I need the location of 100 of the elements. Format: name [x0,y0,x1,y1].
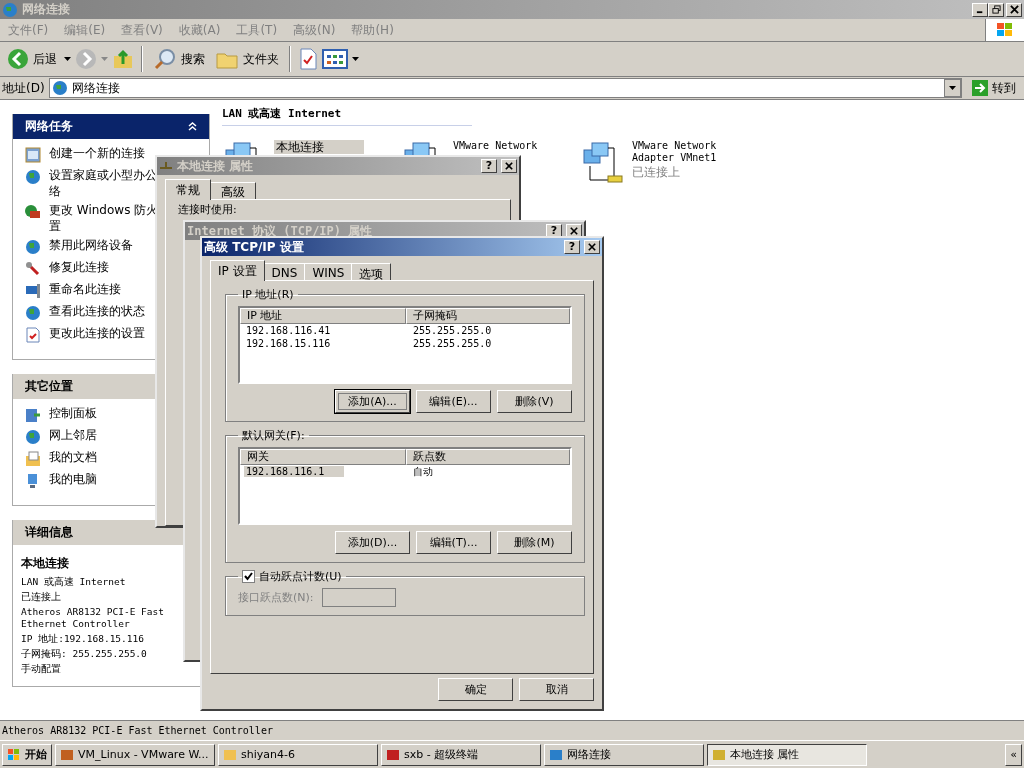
app-icon [386,747,400,762]
caret-icon [949,86,956,90]
app-icon [549,747,563,762]
wrench-icon [25,261,41,277]
folder-icon [25,451,41,467]
place-link[interactable]: 控制面板 [49,407,97,420]
taskbar-button[interactable]: sxb - 超级终端 [381,743,541,766]
globe-icon [51,80,68,96]
checklist-icon[interactable] [298,48,318,70]
app-icon [60,747,74,762]
tab[interactable]: IP 设置 [210,260,265,281]
restore-icon [991,5,1001,14]
app-icon [223,747,237,762]
panel-header[interactable]: 网络任务 [13,114,209,139]
task-link[interactable]: 修复此连接 [49,261,109,274]
task-link[interactable]: 络 [49,185,61,198]
collapse-icon[interactable] [188,122,197,131]
list-cell[interactable]: 192.168.116.41 [244,325,333,336]
column-header[interactable]: 跃点数 [406,449,570,465]
connection-label[interactable]: VMware Network [632,140,717,152]
window-icon [25,147,41,163]
task-link[interactable]: 重命名此连接 [49,283,121,296]
connection-label[interactable]: 本地连接 [274,140,364,154]
list-cell-text: 255.255.255.0 [412,325,493,336]
search-button[interactable]: 搜索 [150,46,208,72]
list-cell[interactable]: 192.168.116.1 [244,466,345,477]
taskbar-button[interactable]: shiyan4-6 [218,743,378,766]
list-view[interactable]: 网关 跃点数 192.168.116.1 自动 [238,447,572,525]
close-button[interactable] [584,240,600,254]
column-header[interactable]: 网关 [240,449,406,465]
dropdown-button[interactable] [944,79,961,97]
detail-text: LAN 或高速 Internet [21,576,127,588]
document-icon [25,327,41,343]
panel-title: 详细信息 [25,524,73,541]
globe-icon [25,429,41,445]
detail-text: 子网掩码: 255.255.255.0 [21,648,148,660]
tab[interactable]: 选项 [351,263,392,281]
caret-icon[interactable] [64,57,71,61]
connection-status: 已连接上 [632,164,680,181]
place-link[interactable]: 网上邻居 [49,429,97,442]
address-field[interactable]: 网络连接 [48,78,962,98]
dialog-button[interactable]: 编辑(E)... [416,390,491,413]
dialog-button[interactable]: 删除(V) [497,390,572,413]
caret-icon[interactable] [352,57,359,61]
section-title: LAN 或高速 Internet [222,106,472,126]
dialog-button[interactable]: 添加(D)... [335,531,410,554]
checkbox[interactable] [242,570,255,583]
dialog-button[interactable]: 删除(M) [497,531,572,554]
view-grid-icon[interactable] [322,49,348,69]
task-link[interactable]: 设置家庭或小型办公 [49,169,157,182]
detail-text: Atheros AR8132 PCI-E Fast Ethernet Controller [21,606,165,630]
folders-button[interactable]: 文件夹 [212,46,282,72]
task-link[interactable]: 置 [49,220,61,233]
checkbox-label[interactable]: 自动跃点计数(U) [259,569,342,584]
panel-title: 网络任务 [25,118,73,135]
dialog-button[interactable]: 取消 [519,678,594,701]
task-link[interactable]: 查看此连接的状态 [49,305,145,318]
brick-wall-icon [25,204,41,220]
field-label: 接口跃点数(N): [238,590,314,605]
connection-label[interactable]: VMware Network [453,140,538,152]
start-button[interactable]: 开始 [2,743,52,766]
column-header[interactable]: 子网掩码 [406,308,570,324]
status-text: Atheros AR8132 PCI-E Fast Ethernet Controller [2,725,273,736]
detail-text: 已连接上 [21,591,62,603]
taskbar-button[interactable]: 本地连接 属性 [707,743,867,766]
close-icon [1009,5,1019,14]
tab[interactable]: 常规 [165,179,211,200]
back-button[interactable]: 后退 [4,46,60,72]
task-link[interactable]: 更改此连接的设置 [49,327,145,340]
checkmark-icon [244,572,253,581]
connect-using-label: 连接时使用: [178,203,237,216]
task-link[interactable]: 禁用此网络设备 [49,239,133,252]
search-icon [153,48,177,70]
windows-logo-icon [7,748,21,761]
help-button[interactable]: ? [564,240,580,254]
address-value: 网络连接 [71,79,120,97]
taskbar-button[interactable]: VM_Linux - VMware W... [55,743,215,766]
dialog-button[interactable]: 添加(A)... [335,390,410,413]
detail-text: IP 地址:192.168.15.116 [21,633,145,645]
connection-label[interactable]: Adapter VMnet1 [632,152,717,164]
panel-title: 其它位置 [25,378,73,395]
dialog-button[interactable]: 确定 [438,678,513,701]
list-cell-text: 255.255.255.0 [412,338,493,349]
dialog-button[interactable]: 编辑(T)... [416,531,491,554]
place-link[interactable]: 我的文档 [49,451,97,464]
network-computers-icon[interactable] [580,140,624,186]
globe-icon [25,169,41,185]
task-link[interactable]: 创建一个新的连接 [49,147,145,160]
tab[interactable]: 高级 [210,182,256,200]
input-field[interactable] [321,588,396,607]
place-link[interactable]: 我的电脑 [49,473,97,486]
list-cell[interactable]: 192.168.15.116 [244,338,333,349]
expand-tray-button[interactable]: « [1005,743,1022,766]
list-view[interactable]: IP 地址 子网掩码 192.168.116.41 255.255.255.0 192.168.15.116 255.255.255.0 [238,306,572,384]
taskbar-button[interactable]: 网络连接 [544,743,704,766]
tab[interactable]: WINS [304,263,353,281]
app-icon [712,747,726,762]
go-button[interactable]: 转到 [966,79,1022,97]
column-header[interactable]: IP 地址 [240,308,406,324]
address-label: 地址(D) [2,79,45,97]
